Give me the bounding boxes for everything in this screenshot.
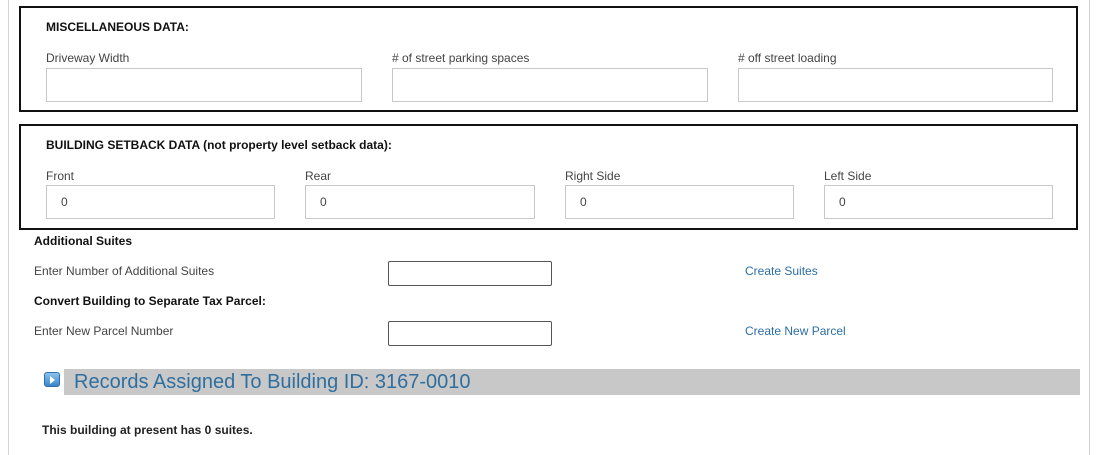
- misc-data-section: MISCELLANEOUS DATA: Driveway Width # of …: [19, 6, 1078, 112]
- additional-suites-heading: Additional Suites: [34, 234, 133, 248]
- create-new-parcel-link[interactable]: Create New Parcel: [745, 324, 846, 338]
- driveway-width-input[interactable]: [46, 68, 362, 102]
- expand-icon[interactable]: [44, 372, 60, 387]
- left-side-setback-label: Left Side: [824, 169, 872, 183]
- street-parking-label: # of street parking spaces: [392, 51, 530, 65]
- setback-data-section: BUILDING SETBACK DATA (not property leve…: [19, 124, 1078, 230]
- new-parcel-label: Enter New Parcel Number: [34, 324, 174, 338]
- additional-suites-label: Enter Number of Additional Suites: [34, 264, 215, 278]
- off-street-loading-label: # off street loading: [738, 51, 837, 65]
- right-side-setback-label: Right Side: [565, 169, 621, 183]
- create-suites-link[interactable]: Create Suites: [745, 264, 818, 278]
- misc-data-title: MISCELLANEOUS DATA:: [46, 20, 189, 34]
- frame-border-right: [1089, 0, 1090, 455]
- records-header-bar[interactable]: Records Assigned To Building ID: 3167-00…: [64, 369, 1080, 395]
- front-setback-label: Front: [46, 169, 75, 183]
- frame-border-left: [8, 0, 9, 455]
- additional-suites-input[interactable]: [388, 261, 552, 286]
- convert-parcel-heading: Convert Building to Separate Tax Parcel:: [34, 294, 266, 308]
- left-side-setback-input[interactable]: [824, 185, 1053, 219]
- right-side-setback-input[interactable]: [565, 185, 794, 219]
- rear-setback-label: Rear: [305, 169, 332, 183]
- front-setback-input[interactable]: [46, 185, 275, 219]
- driveway-width-label: Driveway Width: [46, 51, 130, 65]
- suites-count-note: This building at present has 0 suites.: [42, 423, 253, 437]
- new-parcel-input[interactable]: [388, 321, 552, 346]
- records-title: Records Assigned To Building ID: 3167-00…: [74, 371, 471, 393]
- street-parking-input[interactable]: [392, 68, 708, 102]
- rear-setback-input[interactable]: [305, 185, 535, 219]
- setback-data-title: BUILDING SETBACK DATA (not property leve…: [46, 138, 392, 152]
- off-street-loading-input[interactable]: [738, 68, 1053, 102]
